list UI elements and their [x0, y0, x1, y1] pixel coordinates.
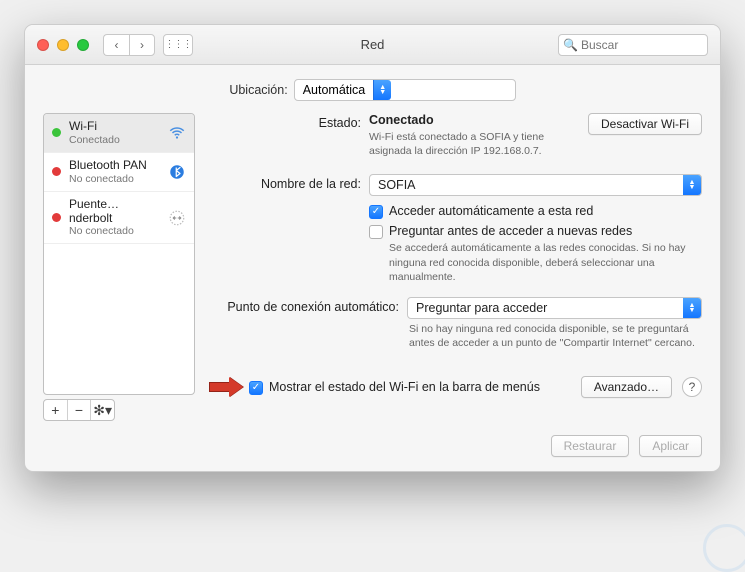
location-row: Ubicación: Automática ▲▼ — [43, 79, 702, 101]
network-name-value: SOFIA — [370, 178, 683, 192]
auto-join-row[interactable]: Acceder automáticamente a esta red — [369, 204, 702, 219]
close-button[interactable] — [37, 39, 49, 51]
hotspot-hint: Si no hay ninguna red conocida disponibl… — [407, 322, 702, 350]
search-field-wrap: 🔍 — [558, 34, 708, 56]
advanced-button[interactable]: Avanzado… — [581, 376, 672, 398]
remove-network-button[interactable]: − — [68, 400, 92, 420]
location-label: Ubicación: — [229, 83, 287, 97]
revert-button[interactable]: Restaurar — [551, 435, 630, 457]
show-menubar-label: Mostrar el estado del Wi-Fi en la barra … — [269, 380, 540, 394]
footer-buttons: Restaurar Aplicar — [43, 435, 702, 457]
status-dot — [52, 128, 61, 137]
auto-join-label: Acceder automáticamente a esta red — [389, 204, 593, 218]
location-value: Automática — [295, 83, 374, 97]
wifi-toggle-button[interactable]: Desactivar Wi-Fi — [588, 113, 702, 135]
ask-new-checkbox[interactable] — [369, 225, 383, 239]
preferences-window: ‹ › ⋮⋮⋮ Red 🔍 Ubicación: Automática ▲▼ — [24, 24, 721, 472]
hotspot-value: Preguntar para acceder — [408, 301, 683, 315]
network-list: Wi-Fi Conectado Bluetooth PAN No conecta… — [43, 113, 195, 395]
titlebar: ‹ › ⋮⋮⋮ Red 🔍 — [25, 25, 720, 65]
network-status: No conectado — [69, 173, 160, 185]
network-text: Wi-Fi Conectado — [69, 120, 160, 146]
status-dot — [52, 167, 61, 176]
ask-new-hint: Se accederá automáticamente a las redes … — [389, 241, 702, 284]
hotspot-select[interactable]: Preguntar para acceder ▲▼ — [407, 297, 702, 319]
network-text: Bluetooth PAN No conectado — [69, 159, 160, 185]
ask-new-label: Preguntar antes de acceder a nuevas rede… — [389, 224, 702, 238]
nav-buttons: ‹ › — [103, 34, 155, 56]
network-actions-button[interactable]: ✻▾ — [91, 400, 114, 420]
auto-join-checkbox[interactable] — [369, 205, 383, 219]
traffic-lights — [37, 39, 89, 51]
status-value: Conectado — [369, 113, 434, 127]
network-name: Puente…nderbolt — [69, 198, 160, 226]
status-row: Estado: Conectado Wi-Fi está conectado a… — [209, 113, 702, 158]
hotspot-row: Punto de conexión automático: Preguntar … — [209, 297, 702, 350]
sidebar-footer: + − ✻▾ — [43, 399, 115, 421]
network-name: Wi-Fi — [69, 120, 160, 134]
network-item-wifi[interactable]: Wi-Fi Conectado — [44, 114, 194, 153]
minimize-button[interactable] — [57, 39, 69, 51]
hotspot-label: Punto de conexión automático: — [209, 297, 407, 350]
content-area: Ubicación: Automática ▲▼ Wi-Fi Conectado — [25, 65, 720, 471]
status-value-col: Conectado Wi-Fi está conectado a SOFIA y… — [369, 113, 702, 158]
bridge-icon — [168, 209, 186, 227]
status-hint: Wi-Fi está conectado a SOFIA y tiene asi… — [369, 130, 576, 158]
network-status: No conectado — [69, 225, 160, 237]
network-name-row: Nombre de la red: SOFIA ▲▼ Acceder autom… — [209, 174, 702, 289]
network-text: Puente…nderbolt No conectado — [69, 198, 160, 238]
network-item-bluetooth[interactable]: Bluetooth PAN No conectado — [44, 153, 194, 192]
show-all-button[interactable]: ⋮⋮⋮ — [163, 34, 193, 56]
grid-icon: ⋮⋮⋮ — [165, 39, 192, 50]
sidebar: Wi-Fi Conectado Bluetooth PAN No conecta… — [43, 113, 195, 421]
bluetooth-icon — [168, 163, 186, 181]
network-name: Bluetooth PAN — [69, 159, 160, 173]
chevron-icon: ▲▼ — [683, 175, 701, 195]
search-input[interactable] — [558, 34, 708, 56]
forward-button[interactable]: › — [129, 34, 155, 56]
network-name-label: Nombre de la red: — [209, 174, 369, 289]
maximize-button[interactable] — [77, 39, 89, 51]
wifi-icon — [168, 124, 186, 142]
network-item-bridge[interactable]: Puente…nderbolt No conectado — [44, 192, 194, 245]
help-button[interactable]: ? — [682, 377, 702, 397]
show-menubar-row[interactable]: Mostrar el estado del Wi-Fi en la barra … — [249, 380, 571, 395]
add-network-button[interactable]: + — [44, 400, 68, 420]
network-status: Conectado — [69, 134, 160, 146]
chevron-icon: ▲▼ — [373, 80, 391, 100]
status-label: Estado: — [209, 113, 369, 158]
back-button[interactable]: ‹ — [103, 34, 129, 56]
bottom-area: Mostrar el estado del Wi-Fi en la barra … — [209, 376, 702, 398]
main-panel: Estado: Conectado Wi-Fi está conectado a… — [209, 113, 702, 421]
chevron-icon: ▲▼ — [683, 298, 701, 318]
network-name-select[interactable]: SOFIA ▲▼ — [369, 174, 702, 196]
columns: Wi-Fi Conectado Bluetooth PAN No conecta… — [43, 113, 702, 421]
apply-button[interactable]: Aplicar — [639, 435, 702, 457]
ask-new-row[interactable]: Preguntar antes de acceder a nuevas rede… — [369, 224, 702, 284]
annotation-arrow — [209, 378, 243, 396]
location-select[interactable]: Automática ▲▼ — [294, 79, 516, 101]
status-dot — [52, 213, 61, 222]
search-icon: 🔍 — [563, 38, 578, 52]
show-menubar-checkbox[interactable] — [249, 381, 263, 395]
